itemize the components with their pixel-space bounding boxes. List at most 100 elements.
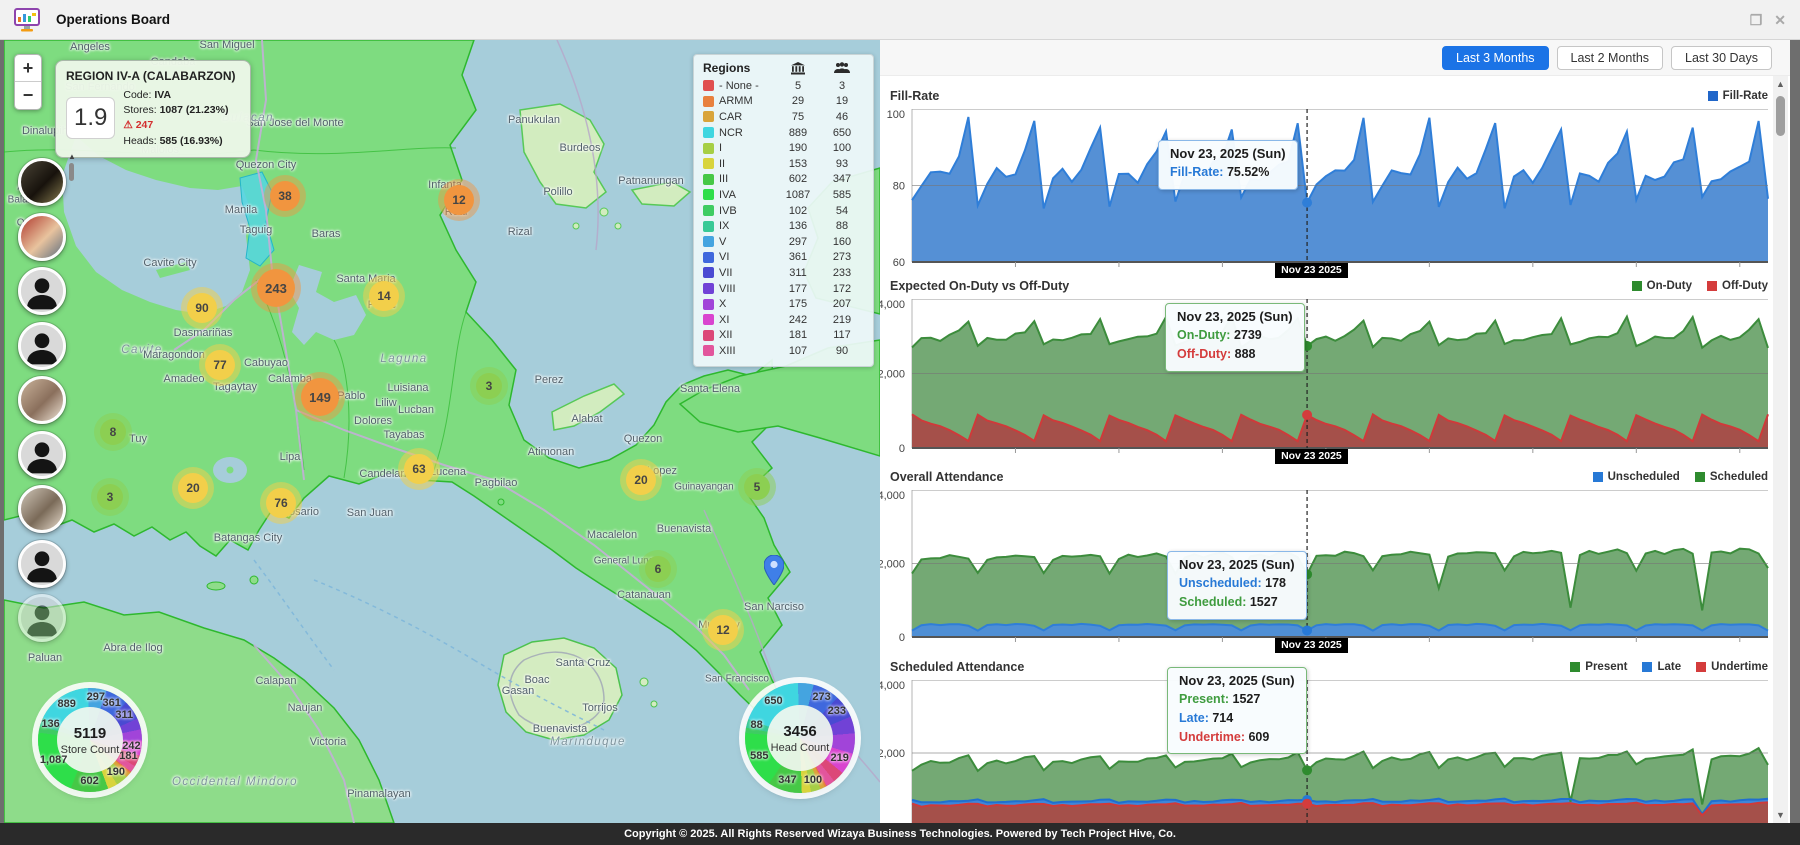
avatar[interactable]: [18, 376, 66, 424]
marker-cluster[interactable]: 12: [444, 185, 474, 215]
maximize-icon[interactable]: ❐: [1750, 12, 1763, 29]
charts-scroll-thumb[interactable]: [1776, 96, 1785, 136]
avatar[interactable]: [18, 212, 66, 261]
map-place-label: Torrijos: [582, 702, 618, 714]
store-count-donut: 5119 Store Count 889 297 361 311 242 181 190 602 1…: [38, 688, 142, 792]
legend-row[interactable]: VIII 177 172: [703, 281, 864, 297]
zoom-in-button[interactable]: +: [15, 55, 41, 82]
chart-plot-1[interactable]: 100 80 60: [880, 109, 1772, 272]
region-color-swatch: [703, 267, 714, 279]
legend-row[interactable]: X 175 207: [703, 296, 864, 312]
legend-label: Present: [1585, 661, 1628, 673]
avatar[interactable]: [18, 594, 66, 642]
legend-row[interactable]: VII 311 233: [703, 265, 864, 281]
tooltip-value: 2739: [1233, 328, 1262, 342]
legend-row[interactable]: XII 181 117: [703, 328, 864, 344]
svg-text:2,000: 2,000: [880, 748, 905, 760]
legend-item[interactable]: Off-Duty: [1707, 280, 1768, 292]
legend-row[interactable]: ARMM 29 19: [703, 94, 864, 110]
legend-row[interactable]: NCR 889 650: [703, 125, 864, 141]
heads-value: 585 (16.93%): [159, 134, 223, 147]
last-30-days-button[interactable]: Last 30 Days: [1671, 46, 1772, 70]
legend-row[interactable]: III 602 347: [703, 172, 864, 188]
marker-cluster[interactable]: 77: [205, 350, 235, 380]
legend-row[interactable]: IVA 1087 585: [703, 187, 864, 203]
avatar[interactable]: [18, 485, 66, 533]
region-color-swatch: [703, 220, 714, 232]
last-2-months-button[interactable]: Last 2 Months: [1556, 46, 1664, 70]
marker-cluster[interactable]: 76: [266, 488, 296, 518]
legend-item[interactable]: Undertime: [1696, 661, 1768, 673]
legend-item[interactable]: Late: [1642, 661, 1681, 673]
copyright-text: Copyright © 2025. All Rights Reserved Wi…: [624, 828, 1176, 840]
legend-label: On-Duty: [1646, 280, 1692, 292]
marker-cluster[interactable]: 149: [301, 378, 339, 416]
svg-text:60: 60: [893, 257, 905, 269]
marker-cluster[interactable]: 5: [744, 474, 770, 500]
marker-cluster[interactable]: 20: [626, 465, 656, 495]
scroll-down-icon[interactable]: ▼: [1773, 810, 1788, 820]
map-place-label: Angeles: [70, 41, 110, 53]
legend-item[interactable]: Present: [1570, 661, 1627, 673]
marker-cluster[interactable]: 90: [187, 293, 217, 323]
map-panel[interactable]: AngelesSan MiguelCandabaSan FernandoDina…: [4, 40, 880, 823]
marker-cluster[interactable]: 20: [178, 473, 208, 503]
zoom-out-button[interactable]: −: [15, 82, 41, 109]
legend-row[interactable]: V 297 160: [703, 234, 864, 250]
marker-cluster[interactable]: 243: [257, 269, 295, 307]
marker-cluster[interactable]: 3: [476, 373, 502, 399]
legend-row[interactable]: IVB 102 54: [703, 203, 864, 219]
avatar[interactable]: [18, 321, 66, 370]
chart-plot-3[interactable]: 4,000 2,000 0: [880, 490, 1772, 647]
scroll-up-icon[interactable]: ▲: [68, 152, 76, 161]
tooltip-label: Off-Duty:: [1177, 346, 1235, 361]
legend-row[interactable]: IX 136 88: [703, 218, 864, 234]
tooltip-row: Scheduled: 1527: [1179, 593, 1295, 612]
chart-plot-4[interactable]: 4,000 2,000: [880, 680, 1772, 823]
region-color-swatch: [703, 314, 714, 326]
region-label: VII: [719, 266, 733, 279]
region-store-count: 153: [788, 157, 808, 170]
legend-row[interactable]: CAR 75 46: [703, 109, 864, 125]
marker-cluster[interactable]: 63: [404, 454, 434, 484]
tooltip-label: Present:: [1179, 692, 1233, 706]
map-place-label: Cavite City: [143, 257, 197, 269]
last-3-months-button[interactable]: Last 3 Months: [1442, 46, 1549, 70]
region-label: NCR: [719, 126, 743, 139]
legend-row[interactable]: I 190 100: [703, 140, 864, 156]
scroll-up-icon[interactable]: ▲: [1773, 79, 1788, 89]
legend-row[interactable]: - None - 5 3: [703, 78, 864, 94]
legend-item[interactable]: Scheduled: [1694, 471, 1768, 483]
marker-cluster[interactable]: 3: [97, 484, 123, 510]
region-color-swatch: [703, 329, 714, 341]
legend-row[interactable]: XI 242 219: [703, 312, 864, 328]
marker-cluster[interactable]: 12: [708, 615, 738, 645]
map-place-label: Victoria: [309, 736, 347, 748]
chart-plot-2[interactable]: 4,000 2,000 0: [880, 299, 1772, 458]
tooltip-row: Off-Duty: 888: [1177, 345, 1293, 364]
legend-row[interactable]: XIII 107 90: [703, 343, 864, 359]
legend-row[interactable]: VI 361 273: [703, 250, 864, 266]
region-head-count: 100: [832, 142, 852, 155]
legend-item[interactable]: Fill-Rate: [1707, 90, 1768, 102]
avatar[interactable]: [18, 158, 66, 206]
map-place-label: Burdeos: [559, 142, 601, 154]
marker-cluster[interactable]: 14: [369, 281, 399, 311]
region-head-count: 46: [835, 110, 849, 123]
avatar[interactable]: [18, 539, 66, 588]
avatar-scrollbar: ▲: [68, 152, 76, 181]
location-pin-icon[interactable]: [764, 555, 784, 585]
marker-cluster[interactable]: 38: [270, 181, 300, 211]
legend-item[interactable]: Unscheduled: [1592, 471, 1680, 483]
close-icon[interactable]: ✕: [1774, 12, 1786, 29]
donut-segment-label: 273: [812, 691, 831, 704]
avatar[interactable]: [18, 430, 66, 479]
avatar-scroll-thumb[interactable]: [69, 163, 75, 181]
map-place-label: Calapan: [255, 675, 297, 687]
marker-cluster[interactable]: 8: [100, 419, 126, 445]
marker-cluster[interactable]: 6: [645, 556, 671, 582]
legend-row[interactable]: II 153 93: [703, 156, 864, 172]
legend-item[interactable]: On-Duty: [1631, 280, 1692, 292]
avatar[interactable]: [18, 267, 66, 315]
axis-date-label: Nov 23 2025: [1275, 449, 1348, 464]
